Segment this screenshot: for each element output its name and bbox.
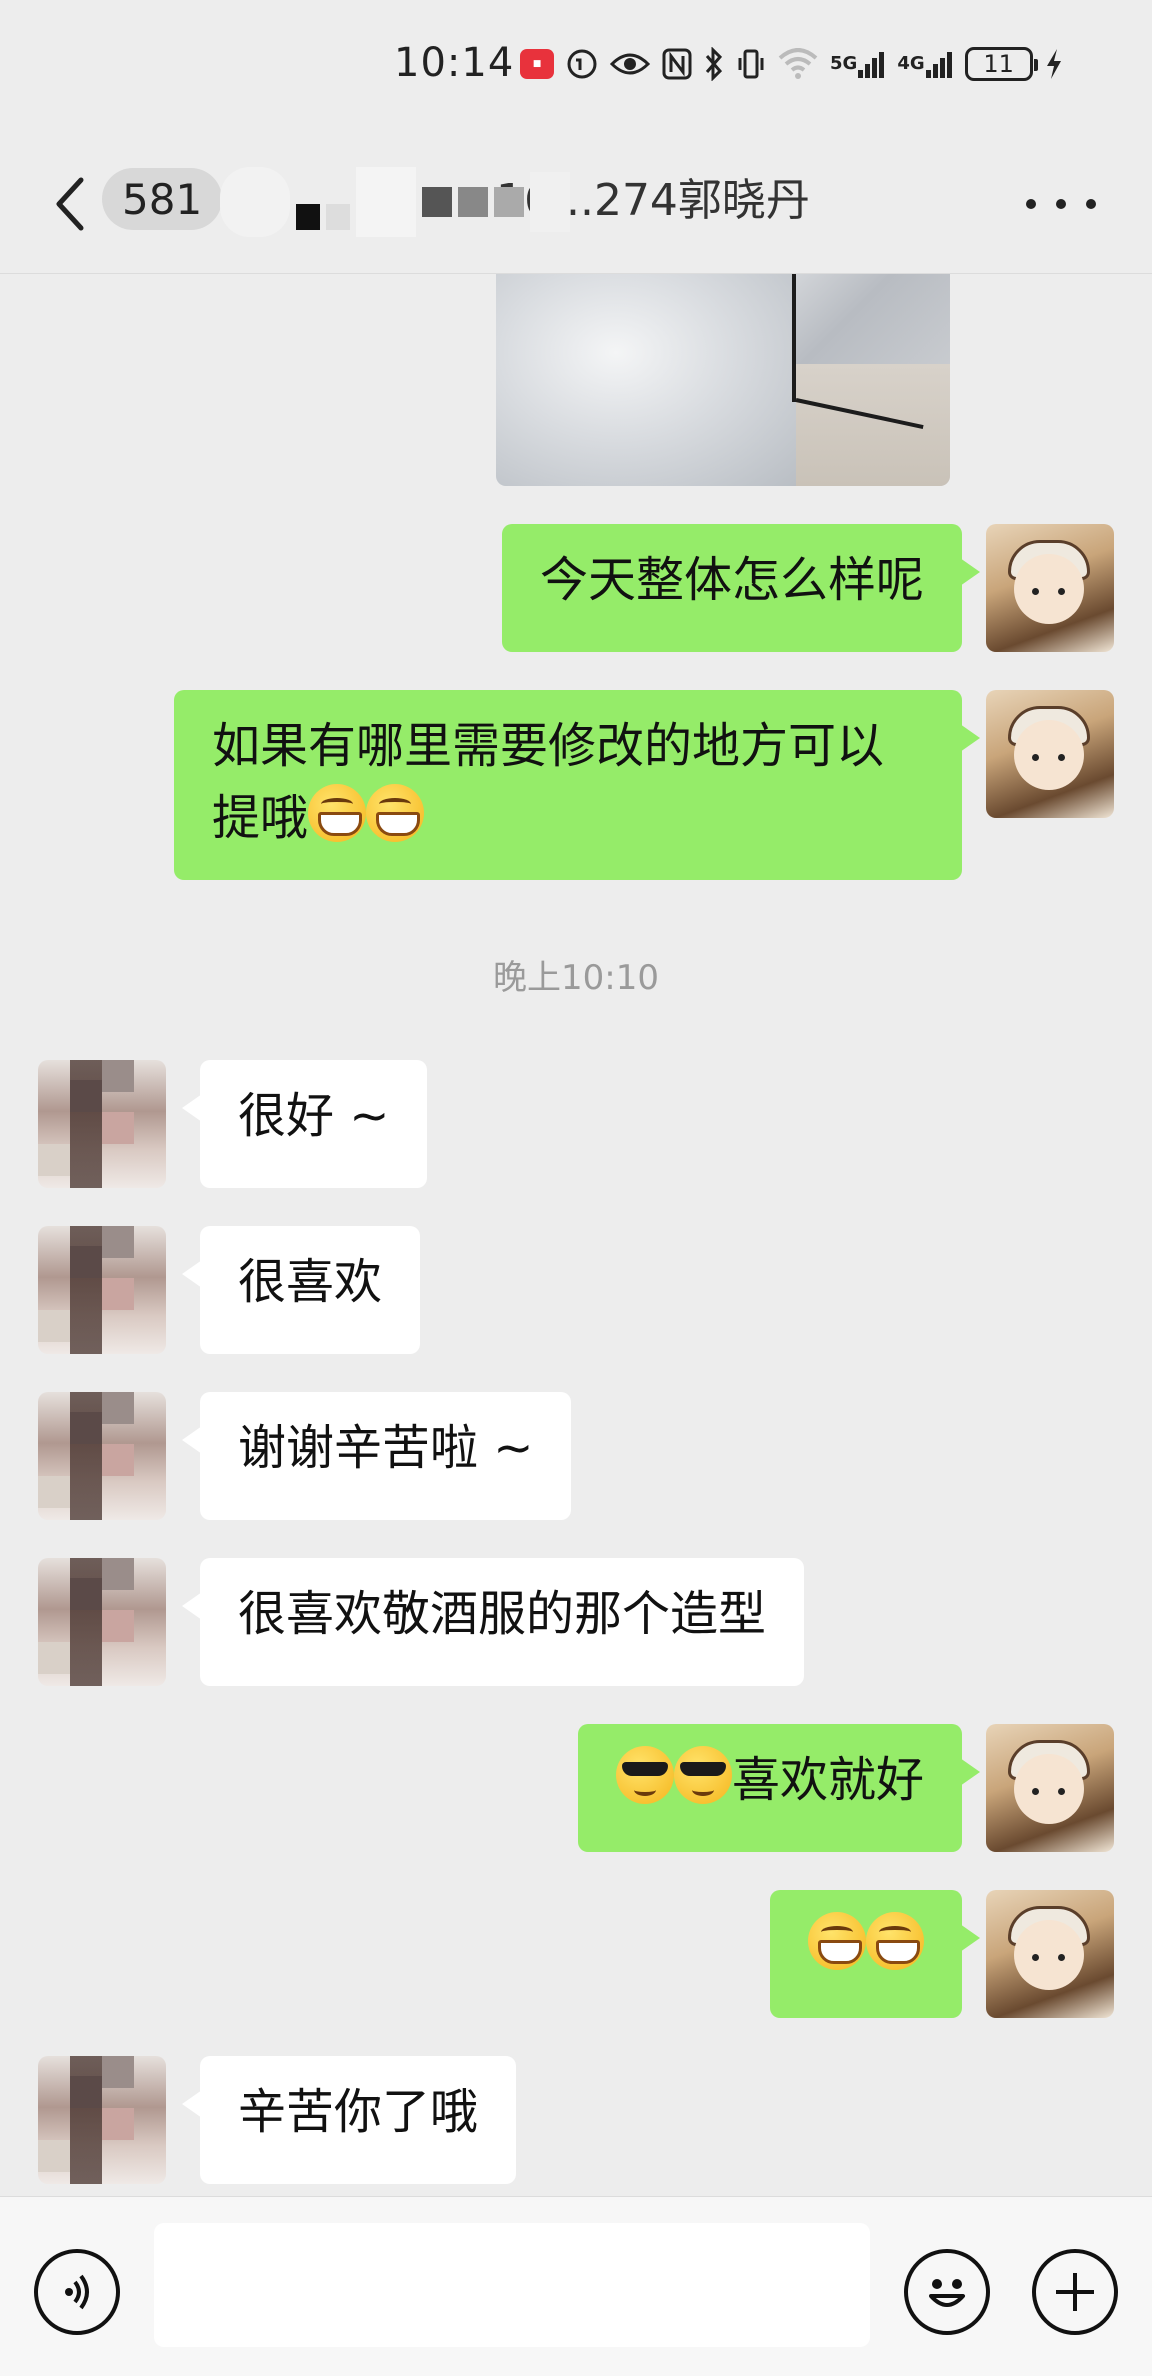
status-time: 10:14 bbox=[394, 40, 515, 86]
signal-5g-icon: 5G bbox=[830, 48, 885, 80]
image-message[interactable] bbox=[496, 274, 950, 486]
voice-input-button[interactable] bbox=[34, 2249, 120, 2335]
message-bubble-received[interactable]: 很喜欢 bbox=[181, 1226, 421, 1354]
message-bubble-received[interactable]: 很喜欢敬酒服的那个造型 bbox=[181, 1558, 805, 1686]
battery-icon: 11 bbox=[964, 47, 1038, 81]
message-text: 谢谢辛苦啦 ~ bbox=[238, 1420, 534, 1476]
bluetooth-icon bbox=[704, 47, 724, 81]
eye-icon bbox=[610, 50, 650, 78]
more-functions-button[interactable] bbox=[1032, 2249, 1118, 2335]
smiley-icon bbox=[929, 2279, 965, 2307]
message-bubble-sent[interactable] bbox=[770, 1890, 980, 2018]
hd-call-icon bbox=[566, 48, 598, 80]
message-timestamp: 晚上10:10 bbox=[493, 958, 659, 998]
app-notification-icon: ■ bbox=[520, 49, 554, 79]
contact-avatar[interactable] bbox=[38, 1392, 166, 1520]
voice-icon bbox=[65, 2274, 89, 2310]
my-avatar[interactable] bbox=[986, 1890, 1114, 2018]
back-button[interactable] bbox=[40, 168, 100, 240]
message-bubble-received[interactable]: 谢谢辛苦啦 ~ bbox=[181, 1392, 572, 1520]
unread-count-badge[interactable]: 581 bbox=[102, 168, 223, 230]
my-avatar[interactable] bbox=[986, 690, 1114, 818]
message-text: 今天整体怎么样呢 bbox=[539, 552, 924, 608]
contact-avatar[interactable] bbox=[38, 1558, 166, 1686]
message-bubble-sent[interactable]: 喜欢就好 bbox=[577, 1724, 981, 1852]
wifi-icon bbox=[778, 48, 818, 80]
chevron-left-icon bbox=[56, 177, 84, 231]
message-text: 辛苦你了哦 bbox=[238, 2084, 479, 2140]
my-avatar[interactable] bbox=[986, 1724, 1114, 1852]
input-bar bbox=[0, 2196, 1152, 2376]
message-bubble-received[interactable]: 很好 ~ bbox=[181, 1060, 428, 1188]
contact-avatar[interactable] bbox=[38, 2056, 166, 2184]
message-bubble-received[interactable]: 辛苦你了哦 bbox=[181, 2056, 517, 2184]
grin-emoji-icon bbox=[866, 1912, 924, 1970]
redacted-name-mosaic bbox=[220, 162, 720, 242]
more-options-button[interactable] bbox=[1026, 182, 1096, 226]
grin-emoji-icon bbox=[308, 784, 367, 842]
status-bar: 10:14 ■ 5G 4G 11 bbox=[0, 0, 1152, 132]
sunglasses-emoji-icon bbox=[673, 1746, 732, 1804]
contact-avatar[interactable] bbox=[38, 1226, 166, 1354]
gown-image bbox=[496, 274, 796, 486]
chat-header: 581 16...274郭晓丹 bbox=[0, 132, 1152, 274]
grin-emoji-icon bbox=[808, 1912, 866, 1970]
message-text: 很喜欢敬酒服的那个造型 bbox=[238, 1586, 767, 1642]
contact-avatar[interactable] bbox=[38, 1060, 166, 1188]
plus-icon bbox=[1056, 2273, 1094, 2311]
signal-4g-icon: 4G bbox=[897, 48, 952, 80]
message-input[interactable] bbox=[154, 2223, 870, 2347]
emoji-button[interactable] bbox=[904, 2249, 990, 2335]
message-bubble-sent[interactable]: 今天整体怎么样呢 bbox=[501, 524, 981, 652]
chat-message-list[interactable]: 今天整体怎么样呢 如果有哪里需要修改的地方可以提哦 晚上10:10 很好 ~ 很… bbox=[0, 274, 1152, 2196]
message-bubble-sent[interactable]: 如果有哪里需要修改的地方可以提哦 bbox=[174, 690, 980, 880]
my-avatar[interactable] bbox=[986, 524, 1114, 652]
grin-emoji-icon bbox=[366, 784, 425, 842]
message-text: 喜欢就好 bbox=[731, 1752, 924, 1808]
message-text: 很好 ~ bbox=[238, 1088, 390, 1144]
nfc-icon bbox=[662, 48, 692, 80]
vibrate-icon bbox=[736, 48, 766, 80]
more-dots-icon bbox=[1026, 199, 1036, 209]
charging-icon bbox=[1045, 48, 1063, 80]
status-icons: ■ 5G 4G 11 bbox=[520, 44, 1063, 84]
sunglasses-emoji-icon bbox=[615, 1746, 674, 1804]
message-text: 很喜欢 bbox=[238, 1254, 383, 1310]
